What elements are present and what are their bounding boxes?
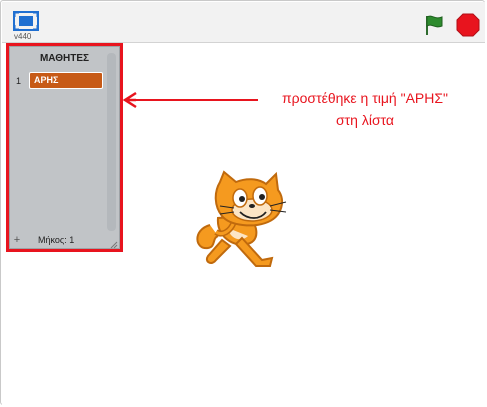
resize-handle-icon[interactable] (109, 236, 118, 249)
fullscreen-icon[interactable] (12, 10, 40, 32)
scratch-cat-sprite[interactable] (190, 170, 300, 276)
version-label: v440 (14, 32, 32, 41)
list-scrollbar[interactable] (107, 53, 116, 231)
list-monitor[interactable]: ΜΑΘΗΤΕΣ 1 ΑΡΗΣ + Μήκος: 1 (9, 46, 120, 249)
list-title: ΜΑΘΗΤΕΣ (39, 53, 90, 64)
list-item[interactable]: 1 ΑΡΗΣ (16, 72, 104, 90)
stop-sign-icon[interactable] (456, 13, 480, 37)
annotation-line-1: προστέθηκε η τιμή "ΑΡΗΣ" (282, 90, 448, 106)
list-item-index: 1 (16, 76, 22, 86)
player-toolbar: v440 (2, 2, 485, 43)
annotation-arrow-icon (122, 91, 258, 109)
list-item-value[interactable]: ΑΡΗΣ (29, 72, 103, 89)
green-flag-icon[interactable] (422, 13, 446, 37)
list-length-label: Μήκος: 1 (38, 235, 75, 245)
annotation-line-2: στη λίστα (335, 112, 395, 128)
annotation-text: προστέθηκε η τιμή "ΑΡΗΣ" στη λίστα (258, 87, 472, 131)
add-item-button[interactable]: + (12, 235, 22, 246)
list-footer: + Μήκος: 1 (10, 235, 119, 249)
